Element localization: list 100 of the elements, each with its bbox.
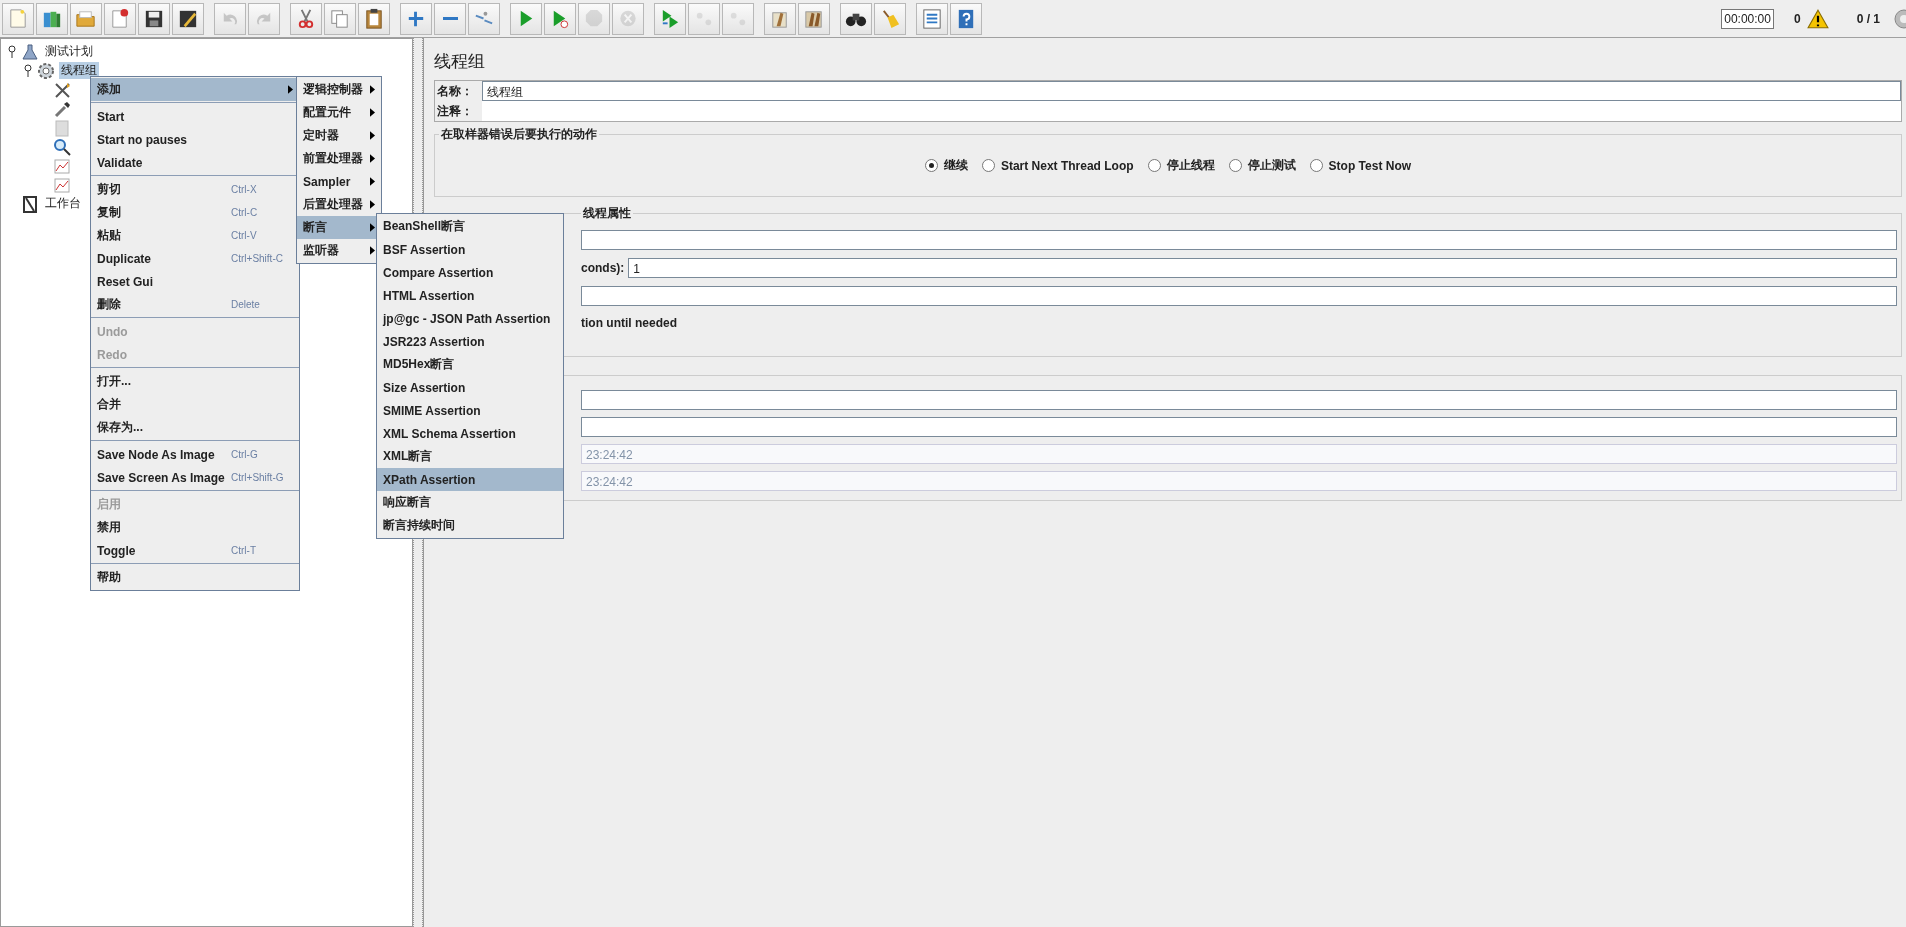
submenu-arrow-icon [370,177,375,186]
submenu-arrow-icon [370,154,375,163]
comment-label: 注释： [436,102,474,120]
input-field[interactable] [581,416,1897,437]
menu-item[interactable]: Reset Gui [91,270,299,293]
field-label: conds): [581,261,625,275]
save-as-button[interactable] [172,2,204,35]
menu-item[interactable]: 禁用 [91,516,299,539]
minus-icon [442,17,458,20]
input-field[interactable] [581,286,1897,306]
menu-item[interactable]: 合并 [91,393,299,416]
tree-item[interactable]: 工作台 [43,195,83,212]
clear-button[interactable] [764,2,796,35]
menu-item[interactable]: 定时器 [297,124,381,147]
save-button[interactable] [138,2,170,35]
menu-item[interactable]: Duplicate Ctrl+Shift-C [91,247,299,270]
graph-icon[interactable] [53,175,71,194]
radio-option[interactable]: Stop Test Now [1309,157,1412,174]
menu-item[interactable]: 复制 Ctrl-C [91,201,299,224]
menu-item[interactable]: 后置处理器 [297,193,381,216]
menu-item[interactable]: 逻辑控制器 [297,78,381,101]
menu-item[interactable]: HTML Assertion [377,284,563,307]
menu-item[interactable]: XML Schema Assertion [377,422,563,445]
group-legend: 在取样器错误后要执行的动作 [439,126,599,143]
graph-icon[interactable] [53,156,71,175]
menu-item[interactable]: Compare Assertion [377,261,563,284]
menu-item[interactable]: JSR223 Assertion [377,330,563,353]
warning-icon [1806,8,1829,29]
radio-option[interactable]: 停止测试 [1228,157,1296,174]
function-helper-button[interactable] [916,2,948,35]
menu-item[interactable]: MD5Hex断言 [377,353,563,376]
flask-icon [21,42,39,61]
paste-button[interactable] [358,2,390,35]
submenu-arrow-icon [370,85,375,94]
menu-item[interactable]: 响应断言 [377,491,563,514]
remote-start-button[interactable] [654,2,686,35]
name-field[interactable]: 线程组 [482,81,1901,101]
expand-button[interactable] [400,2,432,35]
submenu-arrow-icon [370,200,375,209]
menu-item[interactable]: Size Assertion [377,376,563,399]
menu-item[interactable]: 打开... [91,370,299,393]
menu-item[interactable]: Toggle Ctrl-T [91,539,299,562]
menu-item[interactable]: XPath Assertion [377,468,563,491]
toggle-button[interactable] [468,2,500,35]
comment-field[interactable] [482,101,1901,121]
radio-option[interactable]: 继续 [924,157,968,174]
menu-item[interactable]: 剪切 Ctrl-X [91,178,299,201]
menu-item[interactable]: Start [91,105,299,128]
menu-item[interactable]: Save Node As Image Ctrl-G [91,443,299,466]
collapse-button[interactable] [434,2,466,35]
active-threads-count: 0 / 1 [1856,11,1880,26]
input-field[interactable]: 1 [628,258,1897,278]
menu-item[interactable]: 粘贴 Ctrl-V [91,224,299,247]
clear-all-button[interactable] [798,2,830,35]
submenu-arrow-icon [370,108,375,117]
menu-item[interactable]: 保存为... [91,416,299,439]
menu-item[interactable]: 帮助 [91,566,299,589]
menu-item[interactable]: 前置处理器 [297,147,381,170]
submenu-arrow-icon [370,246,375,255]
tree-handle-icon[interactable] [7,44,17,59]
menu-item[interactable]: Start no pauses [91,128,299,151]
submenu-arrow-icon [288,85,293,94]
radio-option[interactable]: Start Next Thread Loop [981,157,1134,174]
list-icon [920,6,944,31]
close-file-button[interactable] [104,2,136,35]
submenu-arrow-icon [370,223,375,232]
menu-item[interactable]: 添加 [91,78,299,101]
start-no-pauses-button[interactable] [544,2,576,35]
open-button[interactable] [70,2,102,35]
start-button[interactable] [510,2,542,35]
radio-option[interactable]: 停止线程 [1147,157,1215,174]
search-button[interactable] [840,2,872,35]
menu-item[interactable]: 删除 Delete [91,293,299,316]
help-button[interactable] [950,2,982,35]
cut-button[interactable] [290,2,322,35]
notepad-icon [21,194,39,213]
submenu-arrow-icon [370,131,375,140]
menu-item[interactable]: Save Screen As Image Ctrl+Shift-G [91,466,299,489]
magnifier-icon[interactable] [53,137,71,156]
menu-item[interactable]: 断言持续时间 [377,514,563,537]
checkbox-label: tion until needed [581,316,677,330]
panel-title: 线程组 [434,51,486,73]
menu-item[interactable]: Sampler [297,170,381,193]
tree-handle-icon[interactable] [23,63,33,78]
gear-icon [37,61,55,80]
elapsed-time-field: 00:00:00 [1721,8,1774,29]
input-field[interactable] [581,389,1897,410]
menu-item[interactable]: jp@gc - JSON Path Assertion [377,307,563,330]
menu-item[interactable]: BSF Assertion [377,238,563,261]
input-field[interactable] [581,230,1897,250]
tree-item[interactable]: 测试计划 [43,43,95,60]
name-label: 名称： [436,82,474,100]
tools-icon[interactable] [53,80,71,99]
templates-button[interactable] [36,2,68,35]
menu-item[interactable]: XML断言 [377,445,563,468]
menu-item[interactable]: 配置元件 [297,101,381,124]
menu-item[interactable]: SMIME Assertion [377,399,563,422]
menu-item[interactable]: Validate [91,151,299,174]
dropper-icon[interactable] [53,99,71,118]
tree-item[interactable]: 线程组 [59,62,99,79]
